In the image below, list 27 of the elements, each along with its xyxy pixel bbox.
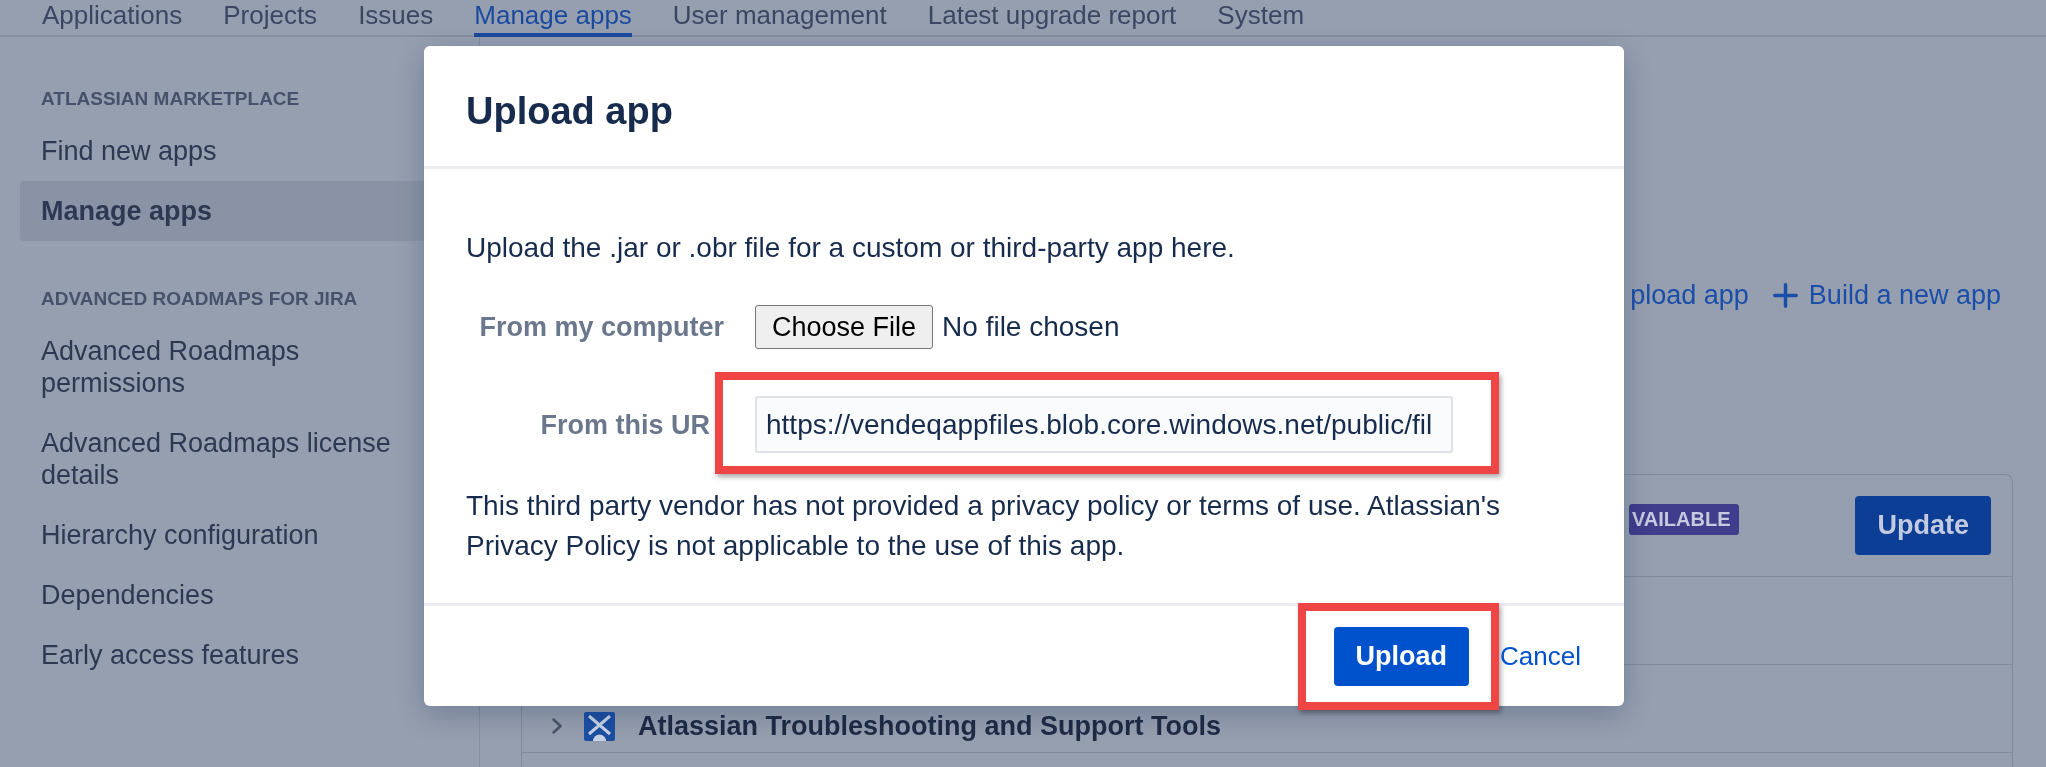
- nav-tab[interactable]: User management: [672, 0, 887, 37]
- app-tile-icon: [584, 711, 615, 741]
- cancel-link[interactable]: Cancel: [1500, 640, 1581, 672]
- nav-tab[interactable]: Applications: [42, 0, 183, 37]
- add-app-link[interactable]: Build a new app: [1772, 279, 2001, 311]
- app-name: Atlassian Troubleshooting and Support Tools: [638, 710, 1221, 742]
- update-button[interactable]: Update: [1855, 496, 1991, 555]
- choose-file-button[interactable]: Choose File: [755, 305, 934, 349]
- file-status-text: No file chosen: [942, 311, 1120, 343]
- status-badge: VAILABLE: [1628, 504, 1740, 535]
- nav-tab[interactable]: Latest upgrade report: [927, 0, 1177, 37]
- field-label: From this UR: [539, 408, 711, 441]
- nav-tab[interactable]: System: [1217, 0, 1305, 37]
- url-input-field[interactable]: https://vendeqappfiles.blob.core.windows.net/public/fil: [755, 396, 1453, 453]
- nav-tab[interactable]: Issues: [358, 0, 434, 37]
- nav-tab[interactable]: Manage apps: [474, 0, 632, 37]
- sidebar-heading: ADVANCED ROADMAPS FOR JIRA: [40, 287, 359, 311]
- upload-button[interactable]: Upload: [1333, 626, 1470, 686]
- privacy-notice-text: This third party vendor has not provided a privacy policy or terms of use. Atlassian's Privacy Policy is not applicable to the use of this app.: [466, 489, 1502, 563]
- field-label: From my computer: [478, 311, 724, 343]
- intro-text: Upload the .jar or .obr file for a custom or third-party app here.: [466, 231, 1236, 265]
- dialog-title: Upload app: [466, 89, 673, 134]
- nav-tab[interactable]: Projects: [223, 0, 318, 37]
- page-action-link[interactable]: pload app: [1630, 279, 1749, 311]
- plus-icon: [1772, 282, 1798, 308]
- chevron-right-icon[interactable]: [552, 718, 562, 734]
- sidebar-heading: ATLASSIAN MARKETPLACE: [40, 87, 301, 111]
